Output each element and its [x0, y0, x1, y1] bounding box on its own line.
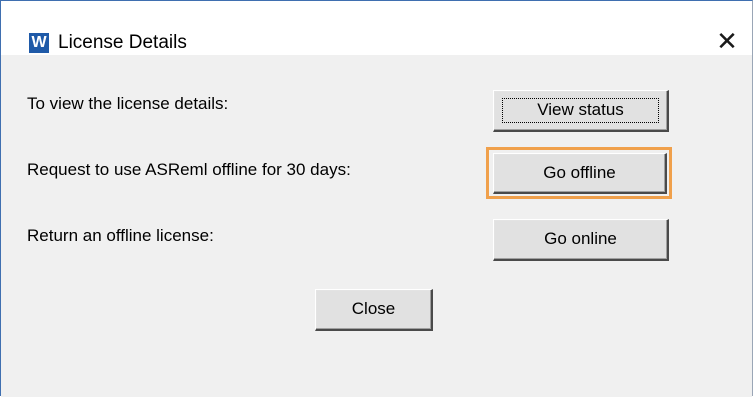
go-online-button-label: Go online — [544, 229, 617, 248]
dialog-body: To view the license details: View status… — [1, 55, 752, 397]
offline-request-label: Request to use ASReml offline for 30 day… — [27, 160, 351, 179]
focus-rectangle — [502, 98, 659, 123]
go-offline-button-label: Go offline — [543, 163, 616, 182]
window-title: License Details — [58, 32, 187, 53]
return-license-label: Return an offline license: — [27, 226, 214, 245]
go-online-button[interactable]: Go online — [493, 219, 669, 261]
view-status-button[interactable]: View status — [493, 90, 669, 132]
view-license-label: To view the license details: — [27, 94, 229, 113]
close-button-label: Close — [351, 299, 396, 318]
close-button[interactable]: Close — [315, 289, 433, 331]
title-bar: W License Details ✕ — [1, 1, 752, 56]
go-offline-button[interactable]: Go offline — [493, 153, 667, 194]
license-details-dialog: W License Details ✕ To view the license … — [0, 0, 753, 397]
word-app-icon: W — [29, 33, 49, 53]
close-icon[interactable]: ✕ — [706, 23, 748, 59]
